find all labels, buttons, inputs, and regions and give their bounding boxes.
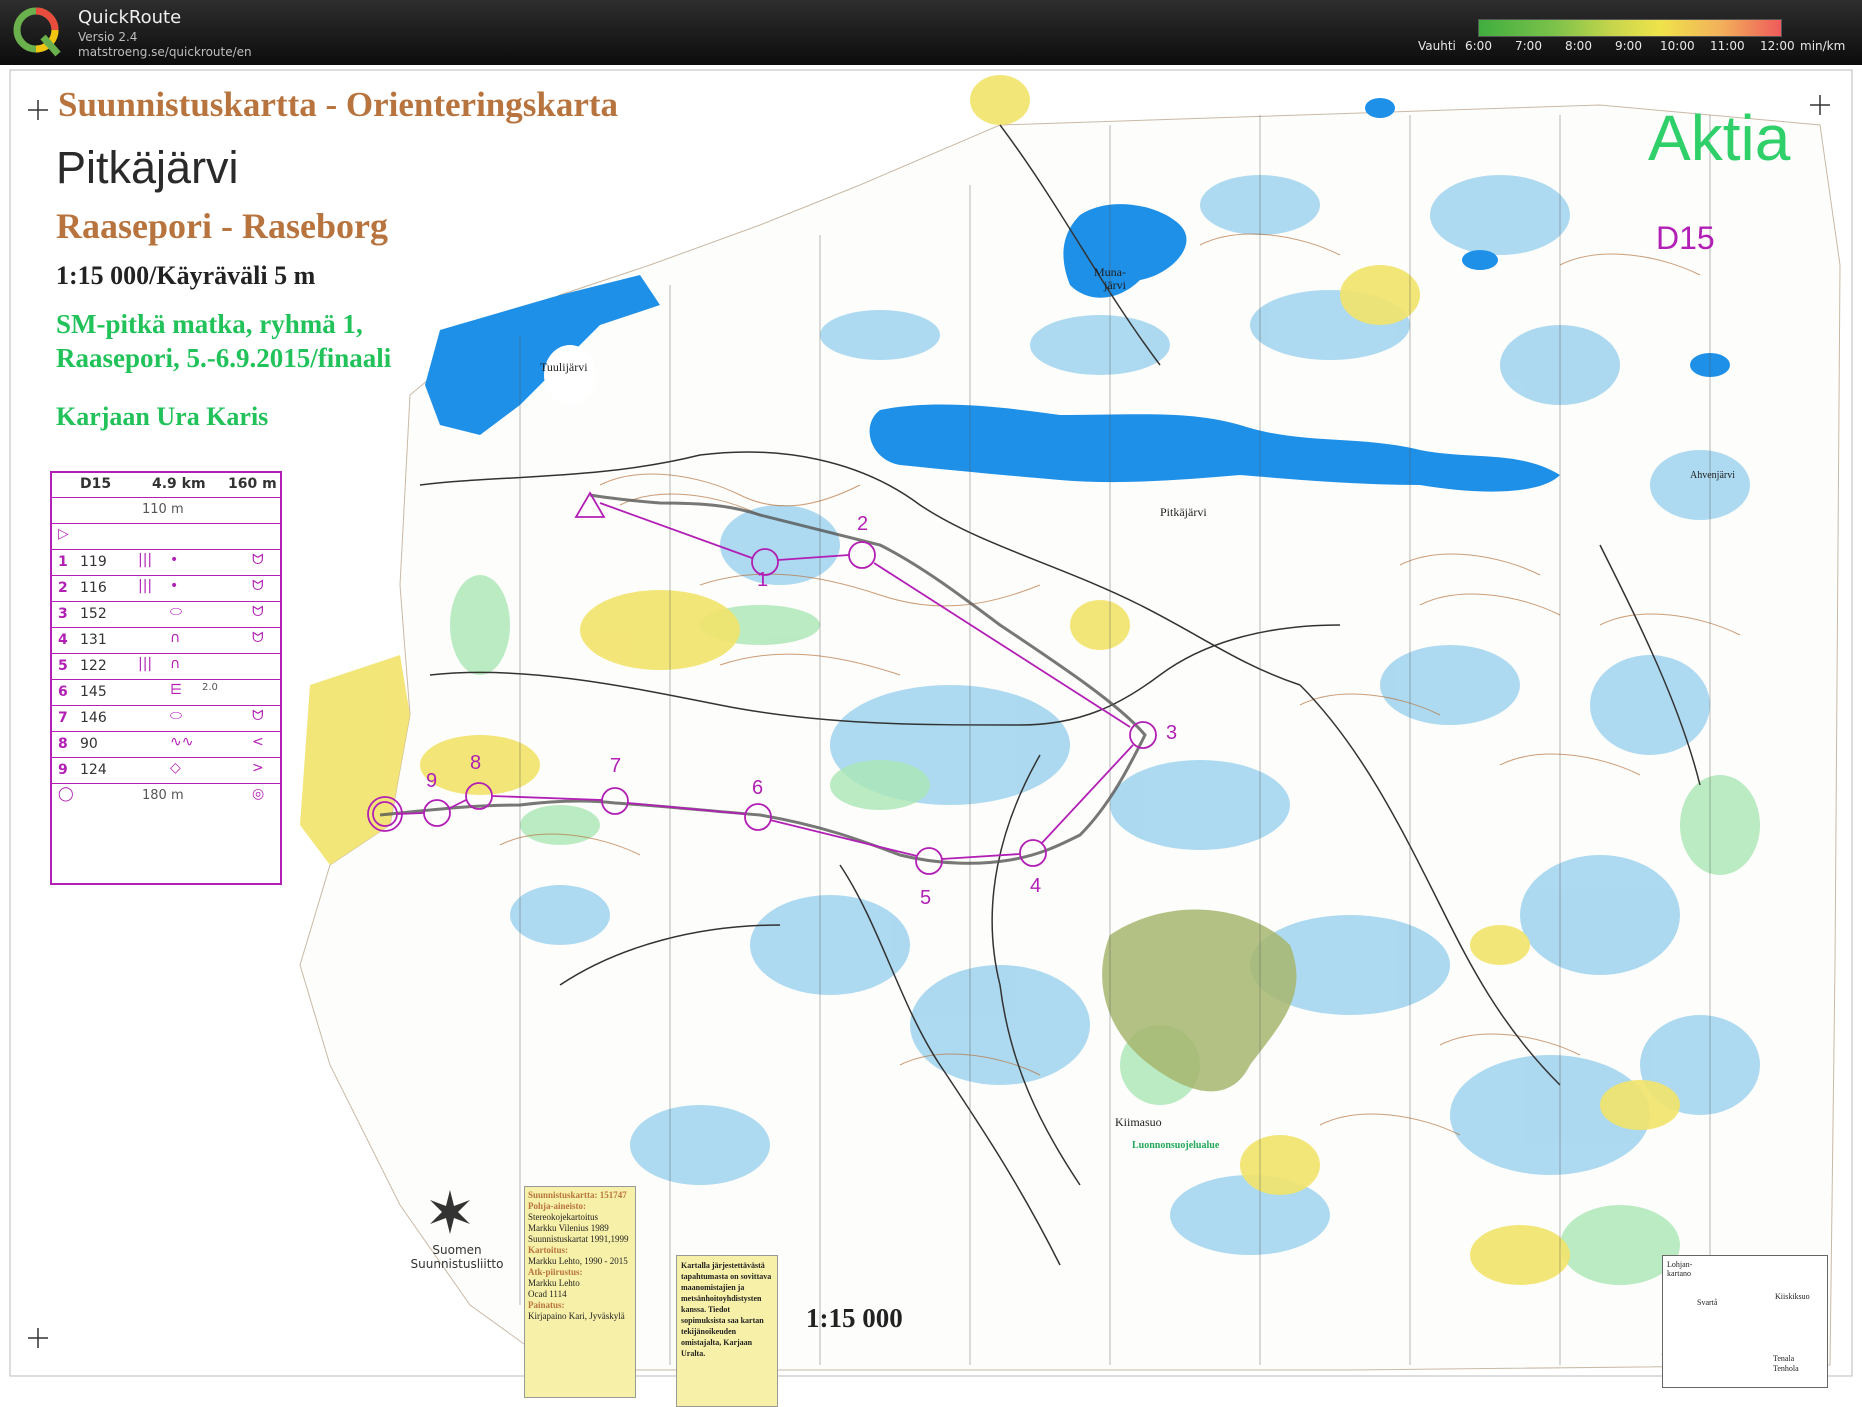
- app-titlebar: QuickRoute Versio 2.4 matstroeng.se/quic…: [0, 0, 1862, 65]
- description-row: 1 119 ||| • ᗢ: [52, 549, 280, 576]
- pace-legend-label: Vauhti: [1418, 39, 1456, 53]
- control-number: 3: [1166, 722, 1178, 744]
- event-details: Raasepori, 5.-6.9.2015/finaali: [56, 343, 392, 373]
- quickroute-logo: [13, 7, 61, 57]
- app-url[interactable]: matstroeng.se/quickroute/en: [78, 45, 252, 59]
- description-row: 7 146 ⬭ ᗢ: [52, 705, 280, 732]
- pace-tick: 10:00: [1660, 39, 1695, 53]
- description-row: 9 124 ◇ >: [52, 757, 280, 784]
- finish-tape-distance: 180 m: [142, 788, 184, 803]
- map-scale-contour: 1:15 000/Käyräväli 5 m: [56, 261, 316, 290]
- sponsor-logo: Aktia: [1648, 102, 1791, 174]
- start-tape-row: 110 m: [52, 497, 280, 524]
- description-row: 4 131 ∩ ᗢ: [52, 627, 280, 654]
- description-row: 6 145 ⋿ 2.0: [52, 679, 280, 706]
- course-class-label: D15: [1656, 220, 1715, 256]
- pace-unit: min/km: [1800, 39, 1846, 53]
- description-header: D15 4.9 km 160 m: [52, 473, 280, 498]
- place-name: Kiimasuo: [1115, 1115, 1162, 1129]
- pace-tick: 9:00: [1615, 39, 1642, 53]
- description-row: 5 122 ||| ∩: [52, 653, 280, 680]
- pace-tick: 11:00: [1710, 39, 1745, 53]
- map-name: Pitkäjärvi: [56, 142, 239, 193]
- description-class: D15: [80, 476, 112, 492]
- control-number: 6: [752, 777, 764, 799]
- control-number: 7: [610, 755, 622, 777]
- finish-tape-row: ◯ 180 m ◎: [52, 783, 280, 809]
- place-name: Ahvenjärvi: [1690, 470, 1735, 481]
- pace-tick: 12:00: [1760, 39, 1795, 53]
- pace-tick: 7:00: [1515, 39, 1542, 53]
- control-number: 8: [470, 752, 482, 774]
- start-row: ▷: [52, 523, 280, 550]
- control-number: 5: [920, 887, 932, 909]
- place-name: Luonnonsuojelualue: [1132, 1140, 1220, 1151]
- location-inset-map: Lohjan- kartano Svartå Kiiskiksuo Tenala…: [1662, 1255, 1828, 1388]
- finish-circle-icon: ◯: [58, 786, 74, 802]
- pace-tick: 6:00: [1465, 39, 1492, 53]
- app-name: QuickRoute: [78, 7, 182, 28]
- pace-color-bar: [1478, 19, 1782, 37]
- control-number: 1: [757, 569, 769, 591]
- description-climb: 160 m: [228, 476, 277, 492]
- pace-tick: 8:00: [1565, 39, 1592, 53]
- control-description-sheet: D15 4.9 km 160 m 110 m ▷ 1 119 ||| • ᗢ 2…: [50, 471, 282, 885]
- landowner-notice: Kartalla järjestettävästä tapahtumasta o…: [676, 1255, 778, 1407]
- description-row: 3 152 ⬭ ᗢ: [52, 601, 280, 628]
- control-number: 4: [1030, 875, 1042, 897]
- map-region: Raasepori - Raseborg: [56, 206, 388, 246]
- description-length: 4.9 km: [152, 476, 206, 492]
- event-name: SM-pitkä matka, ryhmä 1,: [56, 309, 363, 339]
- bottom-scale-label: 1:15 000: [806, 1303, 903, 1333]
- map-info-box: Suunnistuskartta: 151747 Pohja-aineisto:…: [524, 1186, 636, 1398]
- app-version: Versio 2.4: [78, 30, 138, 44]
- organizer-club: Karjaan Ura Karis: [56, 402, 269, 431]
- place-name: Tuulijärvi: [540, 360, 588, 374]
- description-row: 8 90 ∿∿ <: [52, 731, 280, 758]
- map-heading: Suunnistuskartta - Orienteringskarta: [58, 85, 619, 124]
- finish-double-circle-icon: ◎: [252, 786, 265, 802]
- federation-name: Suomen Suunnistusliitto: [410, 1243, 504, 1271]
- place-name: Pitkäjärvi: [1160, 505, 1207, 519]
- place-name: järvi: [1104, 278, 1126, 292]
- control-number: 2: [857, 513, 869, 535]
- start-triangle-icon: ▷: [58, 526, 69, 542]
- control-number: 9: [426, 770, 438, 792]
- start-tape-distance: 110 m: [142, 502, 184, 517]
- orienteering-map[interactable]: Suunnistuskartta - Orienteringskarta Pit…: [0, 65, 1862, 1407]
- description-row: 2 116 ||| • ᗢ: [52, 575, 280, 602]
